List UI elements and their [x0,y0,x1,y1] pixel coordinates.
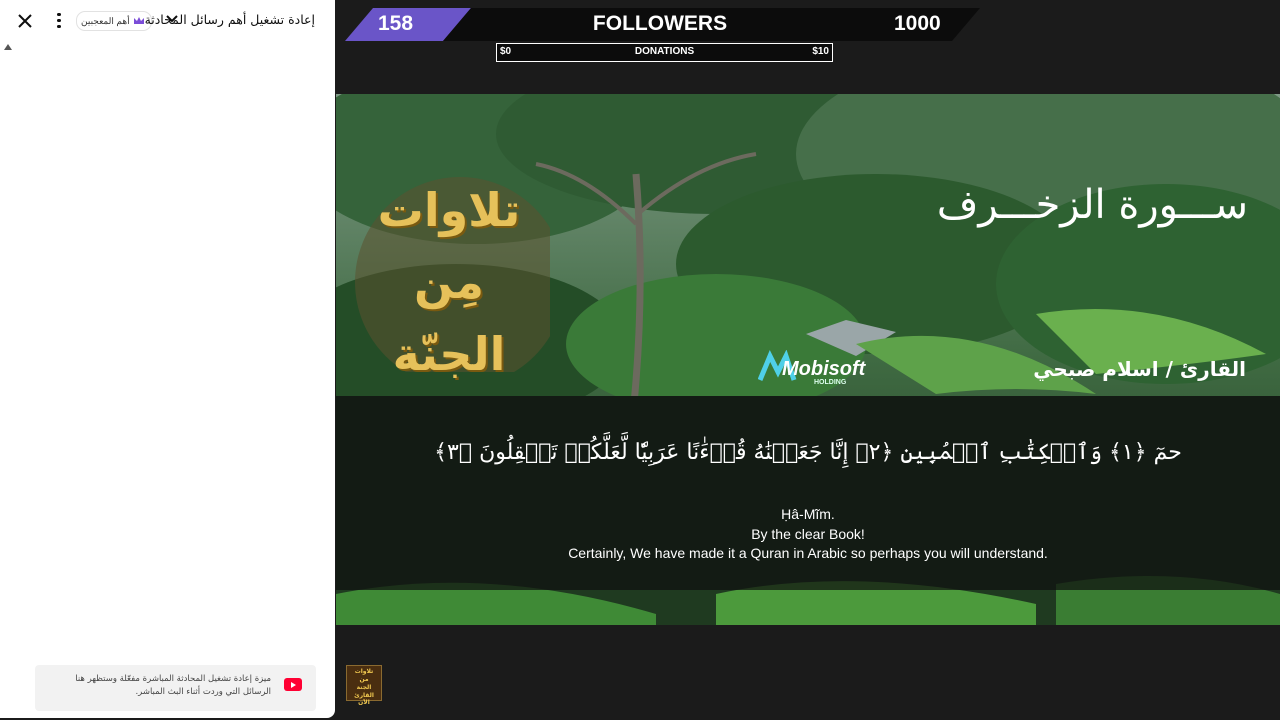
chat-mode-title[interactable]: إعادة تشغيل أهم رسائل المحادثة [145,12,315,27]
donations-max: $10 [812,46,829,57]
followers-goal: 1000 [894,12,941,35]
surah-title: ســـورة الزخـــرف [936,182,1248,228]
ayah-translation: Ḥâ-Mĩm. By the clear Book! Certainly, We… [336,505,1280,564]
chat-replay-panel: أهم المعجبين إعادة تشغيل أهم رسائل المحا… [0,0,335,718]
followers-label: FOLLOWERS [592,12,728,35]
translation-line: Ḥâ-Mĩm. [781,506,835,522]
watermark-subtext: HOLDING [814,379,847,386]
thumbnail-line: القارئ الآن [354,692,374,706]
crown-icon [133,17,144,24]
thumbnail-line: الجنة [356,684,372,691]
top-fans-label: أهم المعجبين [81,15,130,26]
youtube-icon [284,678,302,691]
close-icon[interactable] [14,10,36,32]
reciter-name: القارئ / اسلام صبحي [1033,357,1246,381]
chat-replay-notice-text: ميزة إعادة تشغيل المحادثة المباشرة مفعّل… [75,674,271,697]
donations-label: DONATIONS [634,46,695,57]
chat-header: أهم المعجبين إعادة تشغيل أهم رسائل المحا… [0,0,335,40]
channel-logo-text: تلاوات مِن الجنّة [354,174,544,390]
donations-bar: $0 DONATIONS $10 [496,43,833,62]
logo-line: تلاوات [377,183,521,237]
top-fans-chip[interactable]: أهم المعجبين [76,11,152,31]
thumbnail-line: تلاوات [354,668,374,675]
followers-count: 158 [378,12,414,35]
thumbnail-line: من [359,676,369,683]
translation-line: Certainly, We have made it a Quran in Ar… [568,545,1048,561]
ayah-arabic-text: حمٓ ﴿١﴾ وَٱلۡكِتَٰبِ ٱلۡمُبِينِ ﴿٢﴾ إِنَ… [434,440,1182,465]
logo-line: الجنّة [392,327,506,381]
chat-replay-notice: ميزة إعادة تشغيل المحادثة المباشرة مفعّل… [35,665,316,711]
video-player[interactable]: تلاوات مِن الجنّة ســـورة الزخـــرف القا… [336,94,1280,625]
channel-thumbnail[interactable]: تلاوات من الجنة القارئ الآن [346,665,382,706]
more-options-icon[interactable] [52,10,66,32]
watermark-text: Mobisoft [782,358,866,380]
logo-line: مِن [414,255,484,309]
scroll-up-arrow[interactable] [4,44,12,50]
translation-line: By the clear Book! [751,525,865,542]
